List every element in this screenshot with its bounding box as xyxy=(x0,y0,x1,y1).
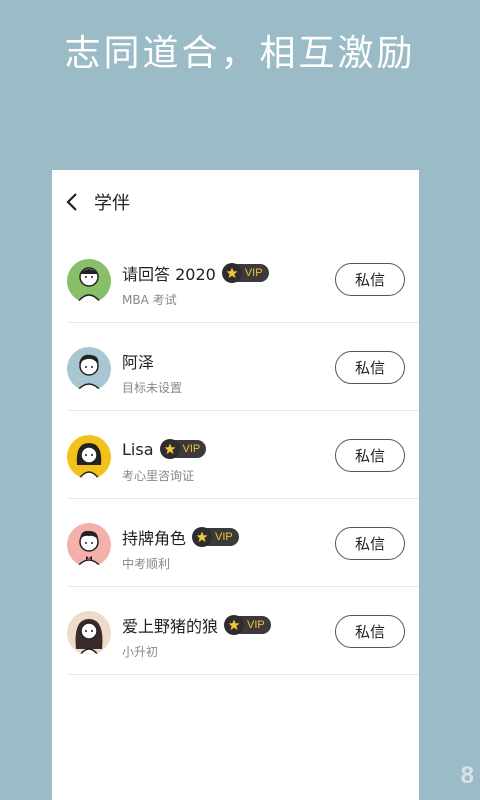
vip-label: VIP xyxy=(215,531,233,543)
partner-list: 请回答 2020 VIP MBA 考试 私信 阿泽 目标未设置 私信 Lisa … xyxy=(52,235,419,675)
promo-title: 志同道合，相互激励 xyxy=(64,33,416,74)
study-partner-panel: 学伴 请回答 2020 VIP MBA 考试 私信 阿泽 目标未设置 私信 Li… xyxy=(52,170,419,800)
user-goal: 目标未设置 xyxy=(122,381,183,395)
vip-label: VIP xyxy=(182,443,201,455)
header: 学伴 xyxy=(52,180,419,224)
back-button[interactable] xyxy=(54,180,90,224)
page-title: 学伴 xyxy=(94,193,130,214)
message-button[interactable]: 私信 xyxy=(335,351,405,384)
message-button[interactable]: 私信 xyxy=(335,615,405,648)
vip-badge: VIP xyxy=(224,615,271,635)
message-button[interactable]: 私信 xyxy=(335,263,405,296)
vip-label: VIP xyxy=(247,619,265,631)
message-button[interactable]: 私信 xyxy=(335,527,405,560)
user-name: 阿泽 xyxy=(122,353,155,372)
avatar[interactable] xyxy=(67,435,111,479)
person-avatar-icon xyxy=(75,619,103,655)
list-item: 请回答 2020 VIP MBA 考试 私信 xyxy=(67,235,419,323)
person-avatar-icon xyxy=(76,354,102,391)
user-name: Lisa xyxy=(122,439,154,459)
list-item: 阿泽 目标未设置 私信 xyxy=(67,323,419,411)
list-item: 爱上野猪的狼 VIP 小升初 私信 xyxy=(67,587,419,675)
avatar[interactable] xyxy=(67,347,111,391)
person-avatar-icon xyxy=(76,443,102,479)
user-goal: 中考顺利 xyxy=(122,557,171,571)
star-icon xyxy=(196,531,208,542)
user-goal: MBA 考试 xyxy=(122,293,177,307)
vip-badge: VIP xyxy=(221,263,269,283)
star-icon xyxy=(164,443,175,454)
user-name: 爱上野猪的狼 xyxy=(122,617,219,636)
chevron-left-icon xyxy=(66,193,77,211)
vip-badge: VIP xyxy=(192,527,239,547)
list-item: 持牌角色 VIP 中考顺利 私信 xyxy=(67,499,419,587)
person-avatar-icon xyxy=(76,530,102,567)
star-icon xyxy=(228,619,240,630)
user-name: 持牌角色 xyxy=(122,529,187,548)
watermark: 8 xyxy=(460,762,474,789)
user-goal: 考心里咨询证 xyxy=(122,469,195,483)
avatar[interactable] xyxy=(67,523,111,567)
star-icon xyxy=(226,267,238,278)
user-name: 请回答 2020 xyxy=(122,265,216,284)
avatar[interactable] xyxy=(67,611,111,655)
vip-badge: VIP xyxy=(159,439,207,459)
list-item: Lisa VIP 考心里咨询证 私信 xyxy=(67,411,419,499)
avatar[interactable] xyxy=(67,259,111,303)
user-goal: 小升初 xyxy=(122,645,159,659)
message-button[interactable]: 私信 xyxy=(335,439,405,472)
person-avatar-icon xyxy=(76,267,102,303)
vip-label: VIP xyxy=(244,267,263,279)
